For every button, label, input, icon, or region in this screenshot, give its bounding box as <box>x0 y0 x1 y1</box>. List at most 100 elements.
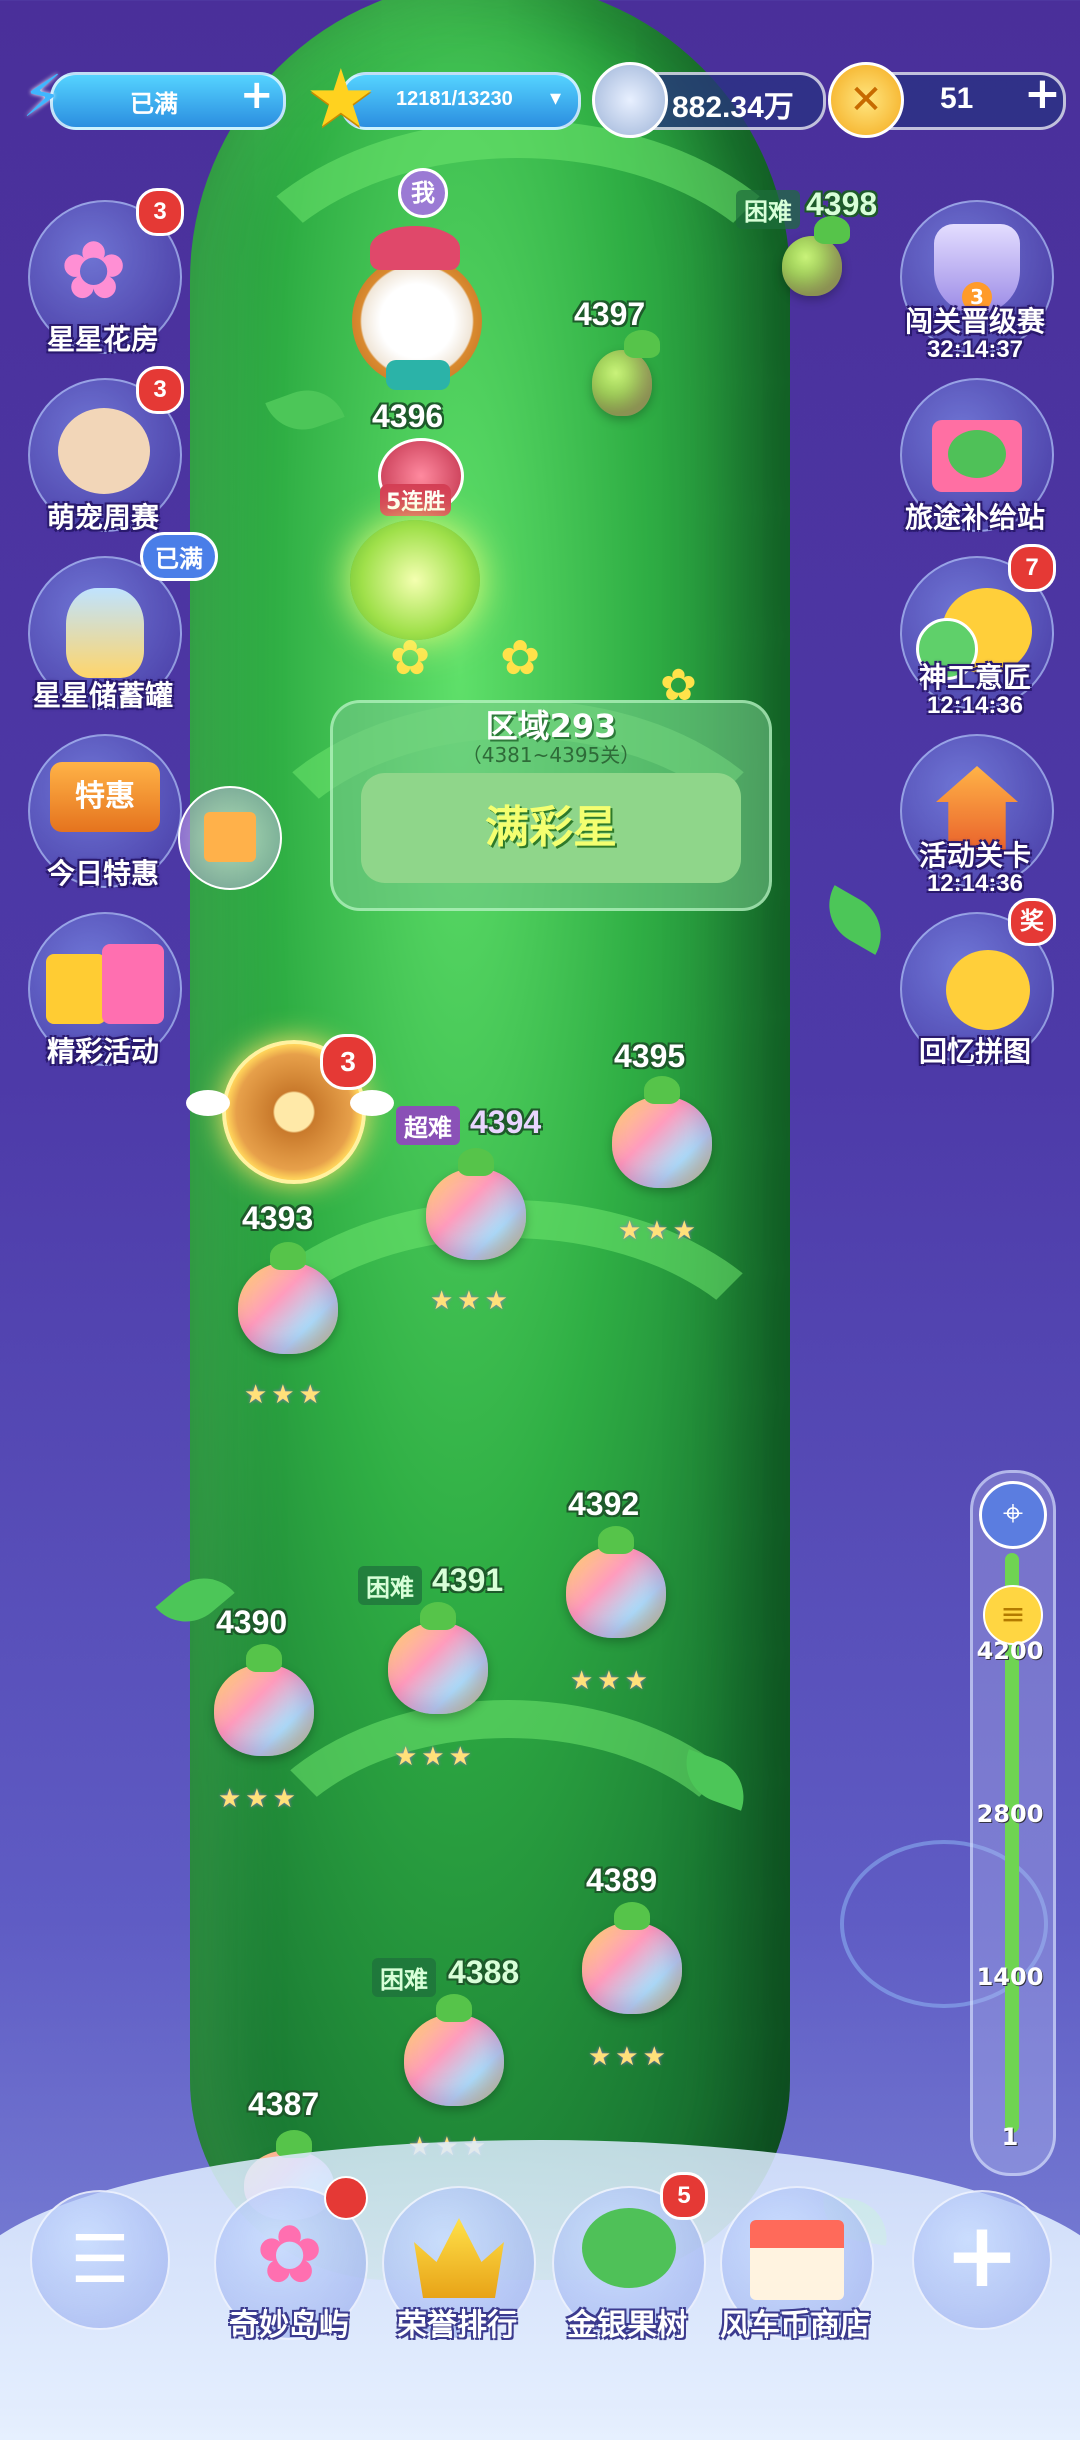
level-node-4398[interactable] <box>782 216 850 296</box>
scroller-tick: 1 <box>1001 2123 1019 2151</box>
gold-value: 51 <box>940 82 974 115</box>
level-node-4395[interactable] <box>612 1076 712 1188</box>
silver-value: 882.34万 <box>672 91 794 124</box>
difficulty-tag: 困难 <box>358 1566 422 1605</box>
current-level-node[interactable] <box>350 520 480 640</box>
lightning-icon: ⚡ <box>22 62 63 130</box>
plus-icon[interactable]: + <box>240 72 274 118</box>
crown-icon <box>414 2218 504 2298</box>
star-flower-house-label: 星星花房 <box>46 323 159 356</box>
windmill-shop-label: 风车币商店 <box>720 2308 870 2343</box>
energy-label: 已满 <box>130 91 178 118</box>
jar-icon <box>66 588 144 678</box>
plus-icon[interactable]: + <box>1024 68 1061 119</box>
wonder-island-label: 奇妙岛屿 <box>229 2308 349 2343</box>
frog-icon <box>948 430 1006 478</box>
tree-icon <box>582 2208 676 2288</box>
gift-icon <box>46 954 106 1024</box>
gift-bubble-button[interactable] <box>178 786 282 890</box>
difficulty-tag: 困难 <box>736 190 800 229</box>
level-stars: ★★★ <box>588 2042 670 2072</box>
leaf-coin-icon <box>592 62 668 138</box>
reward-badge: 奖 <box>1008 898 1056 946</box>
scroller-handle[interactable]: ≡ <box>983 1585 1043 1645</box>
level-stars: ★★★ <box>570 1666 652 1696</box>
notification-badge: 3 <box>320 1034 376 1090</box>
daily-deal-label: 今日特惠 <box>46 857 159 890</box>
scroller-tick: 1400 <box>976 1963 1044 1991</box>
scroller-tick: 4200 <box>976 1637 1044 1665</box>
player-avatar[interactable] <box>352 226 482 390</box>
plus-icon: + <box>944 2203 1020 2308</box>
promotion-contest-label: 闯关晋级赛 <box>904 305 1045 338</box>
pet-weekly-label: 萌宠周赛 <box>46 501 159 534</box>
level-number: 4389 <box>586 1862 658 1898</box>
region-panel[interactable]: 区域293 （4381~4395关） 满彩星 <box>330 700 772 911</box>
level-node-4393[interactable] <box>238 1242 338 1354</box>
notification-badge: 3 <box>136 188 184 236</box>
daily-deal-sign: 特惠 <box>50 762 160 832</box>
travel-supply-label: 旅途补给站 <box>904 501 1045 534</box>
promotion-contest-timer: 32:14:37 <box>926 336 1024 363</box>
craftsman-label: 神工意匠 <box>918 661 1031 694</box>
difficulty-tag: 超难 <box>396 1106 460 1145</box>
wing-icon <box>350 1090 394 1116</box>
stars-progress: 12181/13230 <box>396 88 513 110</box>
menu-list-icon: ☰ <box>70 2221 130 2298</box>
chevron-down-icon[interactable]: ▾ <box>550 86 561 111</box>
level-number: 4390 <box>216 1604 288 1640</box>
level-number: 4397 <box>574 296 646 332</box>
level-stars: ★★★ <box>218 1784 300 1814</box>
notification-badge: 7 <box>1008 544 1056 592</box>
gift-icon <box>204 812 256 862</box>
level-number: 4394 <box>470 1104 542 1140</box>
level-node-4390[interactable] <box>214 1644 314 1756</box>
add-button[interactable]: + <box>912 2190 1052 2330</box>
level-number: 4387 <box>248 2086 320 2122</box>
gold-coin-icon: ✕ <box>828 62 904 138</box>
tree-icon: ✿ <box>256 2208 324 2301</box>
cat-icon <box>58 408 150 494</box>
hat-icon <box>370 226 460 270</box>
flower-icon: ✿ <box>500 630 541 686</box>
event-level-label: 活动关卡 <box>918 839 1031 872</box>
level-node-4392[interactable] <box>566 1526 666 1638</box>
notification-badge: 3 <box>136 366 184 414</box>
level-number: 4393 <box>242 1200 314 1236</box>
vine-twist <box>200 120 836 556</box>
wing-icon <box>186 1090 230 1116</box>
level-number: 4395 <box>614 1038 686 1074</box>
level-stars: ★★★ <box>618 1216 700 1246</box>
scroller-tick: 2800 <box>976 1800 1044 1828</box>
current-level-number: 4396 <box>372 398 444 434</box>
featured-events-label: 精彩活动 <box>46 1035 159 1068</box>
notification-dot <box>324 2176 368 2220</box>
memory-puzzle-label: 回忆拼图 <box>918 1035 1031 1068</box>
chick-icon <box>946 950 1030 1030</box>
money-tree-label: 金银果树 <box>567 2308 687 2343</box>
honor-ranking-label: 荣誉排行 <box>397 2308 517 2343</box>
progress-scroller[interactable]: ⌖ ≡ 4200 2800 1400 1 <box>970 1470 1056 2176</box>
level-number: 4392 <box>568 1486 640 1522</box>
flower-icon: ✿ <box>60 224 128 317</box>
level-number: 4391 <box>432 1562 504 1598</box>
event-level-timer: 12:14:36 <box>926 870 1024 897</box>
bowtie-icon <box>386 360 450 390</box>
difficulty-tag: 困难 <box>372 1958 436 1997</box>
level-stars: ★★★ <box>244 1380 326 1410</box>
level-node-4389[interactable] <box>582 1902 682 2014</box>
region-status: 满彩星 <box>361 773 741 883</box>
menu-button[interactable]: ☰ <box>30 2190 170 2330</box>
level-number: 4388 <box>448 1954 520 1990</box>
level-node-4391[interactable] <box>388 1602 488 1714</box>
shop-icon <box>750 2220 844 2300</box>
craftsman-timer: 12:14:36 <box>926 692 1024 719</box>
level-node-4397[interactable] <box>592 330 660 416</box>
star-icon: ★ <box>305 52 377 145</box>
level-node-4394[interactable] <box>426 1148 526 1260</box>
win-streak-label: 5连胜 <box>380 484 452 516</box>
level-node-4388[interactable] <box>404 1994 504 2106</box>
level-stars: ★★★ <box>394 1742 476 1772</box>
me-marker: 我 <box>398 168 448 218</box>
location-pin-icon[interactable]: ⌖ <box>979 1481 1047 1549</box>
